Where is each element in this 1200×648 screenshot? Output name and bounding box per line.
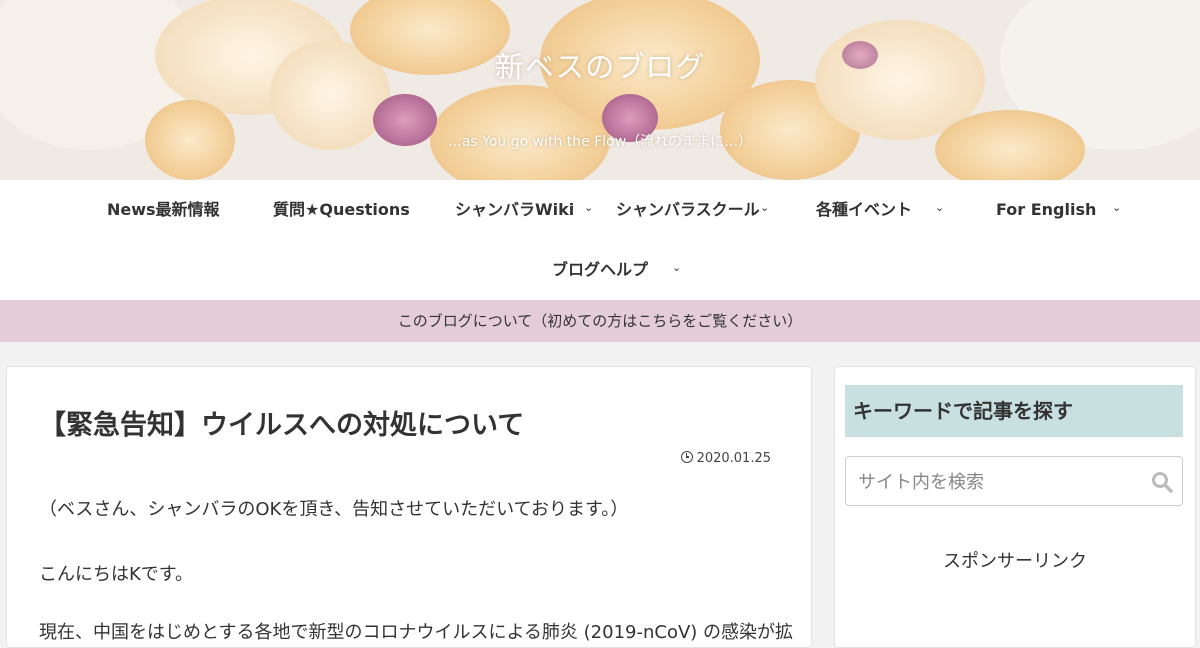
chevron-down-icon[interactable]: ⌄ xyxy=(672,240,681,300)
search-widget-heading: キーワードで記事を探す xyxy=(845,385,1183,437)
notice-link[interactable]: このブログについて（初めての方はこちらをご覧ください） xyxy=(398,312,803,330)
nav-item-shambhala-school[interactable]: シャンバラスクール xyxy=(616,180,760,240)
chevron-down-icon[interactable]: ⌄ xyxy=(584,180,593,240)
sidebar: キーワードで記事を探す スポンサーリンク xyxy=(834,366,1196,648)
chevron-down-icon[interactable]: ⌄ xyxy=(760,180,769,240)
article-title: 【緊急告知】ウイルスへの対処について xyxy=(39,410,525,441)
article-paragraph: 現在、中国をはじめとする各地で新型のコロナウイルスによる肺炎 (2019-nCo… xyxy=(39,622,794,643)
nav-item-events[interactable]: 各種イベント xyxy=(816,180,912,240)
article-card: 【緊急告知】ウイルスへの対処について 2020.01.25 （ベスさん、シャンバ… xyxy=(6,366,812,648)
nav-item-label: For English xyxy=(996,200,1097,219)
nav-item-shambhala-wiki[interactable]: シャンバラWiki xyxy=(455,180,574,240)
article-paragraph: こんにちはKです。 xyxy=(39,564,194,585)
orchid-header-image xyxy=(0,0,1200,180)
article-paragraph: （ベスさん、シャンバラのOKを頂き、告知させていただいております。） xyxy=(39,499,629,520)
nav-item-label: 質問★Questions xyxy=(273,200,410,219)
post-date: 2020.01.25 xyxy=(680,451,771,466)
site-header: 新ベスのブログ …as You go with the Flow（流れのままに…… xyxy=(0,0,1200,180)
nav-item-label: 各種イベント xyxy=(816,200,913,219)
nav-item-label: ブログヘルプ xyxy=(552,260,649,279)
nav-item-label: シャンバラWiki xyxy=(455,200,575,219)
nav-item-blog-help[interactable]: ブログヘルプ xyxy=(552,240,648,300)
nav-item-label: News最新情報 xyxy=(107,200,220,219)
clock-icon xyxy=(680,451,693,463)
chevron-down-icon[interactable]: ⌄ xyxy=(935,180,944,240)
search-input[interactable] xyxy=(846,457,1150,507)
site-tagline: …as You go with the Flow（流れのままに…） xyxy=(447,134,753,150)
search-form xyxy=(845,456,1183,507)
nav-item-for-english[interactable]: For English xyxy=(996,180,1096,240)
post-date-value: 2020.01.25 xyxy=(696,451,771,466)
nav-item-label: シャンバラスクール xyxy=(616,200,760,219)
global-nav: News最新情報 質問★Questions シャンバラWiki ⌄ シャンバラス… xyxy=(0,180,1200,300)
chevron-down-icon[interactable]: ⌄ xyxy=(1112,180,1121,240)
search-icon[interactable] xyxy=(1150,470,1174,494)
site-title[interactable]: 新ベスのブログ xyxy=(0,44,1200,86)
nav-item-questions[interactable]: 質問★Questions xyxy=(273,180,410,240)
sponsor-link-label: スポンサーリンク xyxy=(943,551,1087,572)
nav-item-news[interactable]: News最新情報 xyxy=(107,180,220,240)
notice-bar[interactable]: このブログについて（初めての方はこちらをご覧ください） xyxy=(0,300,1200,342)
